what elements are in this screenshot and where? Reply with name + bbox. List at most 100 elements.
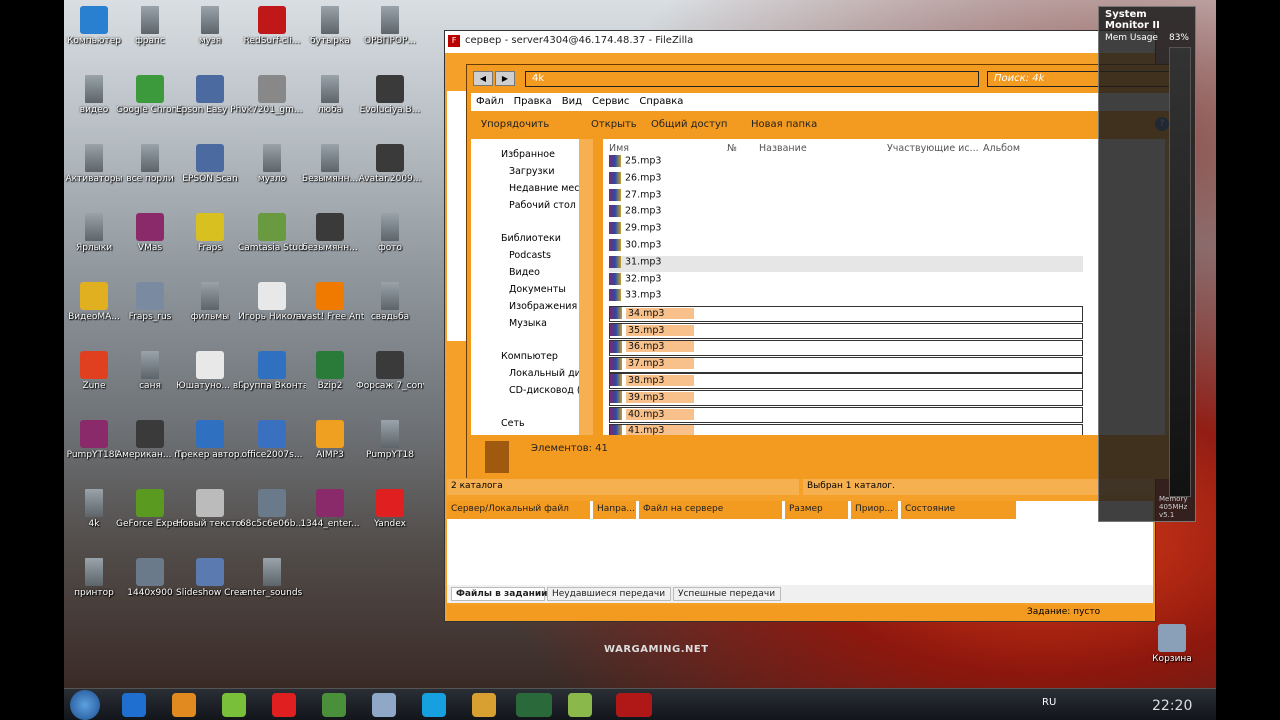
- file-row[interactable]: 27.mp3: [609, 188, 661, 205]
- desktop-icon[interactable]: AIMP3: [296, 420, 364, 461]
- desktop-icon[interactable]: Fraps_rus: [116, 282, 184, 323]
- desktop-icon[interactable]: бутырка: [296, 6, 364, 47]
- nav-pane-scrollbar[interactable]: [579, 139, 593, 435]
- chrome2-taskbar-icon[interactable]: [472, 693, 496, 717]
- queue-column-header[interactable]: Приор...: [851, 501, 899, 519]
- desktop-icon[interactable]: Epson Easy Photo Print: [176, 75, 244, 116]
- clock[interactable]: 22:20: [1152, 698, 1192, 714]
- camtasia-taskbar-icon[interactable]: [516, 693, 552, 717]
- desktop-icon[interactable]: 1344_enter...: [296, 489, 364, 530]
- file-row[interactable]: 39.mp3: [609, 390, 1083, 407]
- nav-video[interactable]: Видео: [509, 267, 540, 278]
- language-indicator[interactable]: RU: [1042, 697, 1056, 708]
- col-name[interactable]: Имя: [609, 143, 629, 154]
- nav-network[interactable]: Сеть: [501, 418, 525, 429]
- media-player-icon[interactable]: [172, 693, 196, 717]
- aimp-taskbar-icon[interactable]: [222, 693, 246, 717]
- ie-icon[interactable]: [122, 693, 146, 717]
- desktop-icon[interactable]: enter_sounds: [238, 558, 306, 599]
- queue-column-header[interactable]: Размер: [785, 501, 849, 519]
- queue-column-header[interactable]: Состояние: [901, 501, 1017, 519]
- file-row[interactable]: 36.mp3: [609, 339, 1083, 356]
- queue-column-header[interactable]: Файл на сервере: [639, 501, 783, 519]
- queue-column-header[interactable]: Сервер/Локальный файл: [447, 501, 591, 519]
- file-row[interactable]: 37.mp3: [609, 356, 1083, 373]
- file-row[interactable]: 28.mp3: [609, 205, 661, 221]
- file-list[interactable]: Имя № Название Участвующие ис... Альбом …: [603, 139, 1175, 435]
- desktop-icon[interactable]: безымянн...: [296, 213, 364, 254]
- desktop-icon[interactable]: Avatar.2009...: [356, 144, 424, 185]
- col-title[interactable]: Название: [759, 143, 807, 154]
- nav-images[interactable]: Изображения: [509, 301, 577, 312]
- desktop-icon[interactable]: Bzip2: [296, 351, 364, 392]
- file-row[interactable]: 35.mp3: [609, 323, 1083, 339]
- col-album[interactable]: Альбом: [983, 143, 1020, 154]
- nav-libraries[interactable]: Библиотеки: [501, 233, 561, 244]
- local-tree-panel[interactable]: [447, 91, 467, 341]
- nav-downloads[interactable]: Загрузки: [509, 166, 555, 177]
- desktop-icon[interactable]: PumpYT18: [356, 420, 424, 461]
- desktop-icon[interactable]: люба: [296, 75, 364, 116]
- nav-favorites[interactable]: Избранное: [501, 149, 555, 160]
- file-row[interactable]: 40.mp3: [609, 407, 1083, 423]
- desktop-icon[interactable]: ОРВПРОР...: [356, 6, 424, 47]
- queue-tab[interactable]: Успешные передачи: [673, 587, 781, 601]
- file-row[interactable]: 26.mp3: [609, 171, 661, 188]
- col-number[interactable]: №: [727, 143, 737, 154]
- desktop-icon[interactable]: Yandex: [356, 489, 424, 530]
- file-row[interactable]: 33.mp3: [609, 289, 661, 305]
- system-monitor-gadget[interactable]: System Monitor II Mem Usage 83% Memory 4…: [1098, 6, 1196, 522]
- desktop-icon[interactable]: музя: [176, 6, 244, 47]
- desktop-icon[interactable]: Slideshow Creator: [176, 558, 244, 599]
- desktop-icon[interactable]: VMas: [116, 213, 184, 254]
- desktop-icon[interactable]: Безымянн...: [296, 144, 364, 185]
- yandex-taskbar-icon[interactable]: [272, 693, 296, 717]
- desktop-icon[interactable]: Трекер автор...: [176, 420, 244, 461]
- desktop-icon[interactable]: все порли: [116, 144, 184, 185]
- desktop-icon[interactable]: Google Chrome: [116, 75, 184, 116]
- forward-button[interactable]: ▶: [495, 71, 515, 86]
- desktop-icon[interactable]: Юшатуно... вып: [176, 351, 244, 392]
- mail-taskbar-icon[interactable]: [568, 693, 592, 717]
- file-row[interactable]: 41.mp3: [609, 423, 1083, 435]
- desktop-icon[interactable]: GeForce Experience: [116, 489, 184, 530]
- file-row[interactable]: 34.mp3: [609, 306, 1083, 323]
- file-row[interactable]: 30.mp3: [609, 239, 661, 255]
- nav-podcasts[interactable]: Podcasts: [509, 250, 551, 261]
- menu-item[interactable]: Сервис: [587, 93, 634, 110]
- skype-taskbar-icon[interactable]: [422, 693, 446, 717]
- desktop-icon[interactable]: фильмы: [176, 282, 244, 323]
- file-row[interactable]: 38.mp3: [609, 373, 1083, 390]
- desktop-icon[interactable]: Evoluciya.B...: [356, 75, 424, 116]
- file-row[interactable]: 32.mp3: [609, 272, 661, 289]
- desktop-icon[interactable]: саня: [116, 351, 184, 392]
- filezilla-taskbar-icon[interactable]: [616, 693, 652, 717]
- desktop-icon[interactable]: Fraps: [176, 213, 244, 254]
- desktop-icon[interactable]: фрапс: [116, 6, 184, 47]
- nav-computer[interactable]: Компьютер: [501, 351, 558, 362]
- navigation-pane[interactable]: Избранное Загрузки Недавние места Рабочи…: [471, 139, 593, 435]
- queue-tab[interactable]: Файлы в задании: [451, 587, 547, 601]
- file-row[interactable]: 31.mp3: [609, 255, 1083, 272]
- share-button[interactable]: Общий доступ: [651, 119, 727, 130]
- desktop-icon[interactable]: Форсаж 7_converted: [356, 351, 424, 392]
- address-bar[interactable]: 4k: [525, 71, 979, 87]
- menu-item[interactable]: Правка: [509, 93, 557, 110]
- file-row[interactable]: 25.mp3: [609, 155, 661, 171]
- menu-item[interactable]: Файл: [471, 93, 509, 110]
- start-button[interactable]: [70, 690, 100, 720]
- desktop-icon[interactable]: фото: [356, 213, 424, 254]
- new-folder-button[interactable]: Новая папка: [751, 119, 817, 130]
- queue-tab[interactable]: Неудавшиеся передачи: [547, 587, 671, 601]
- desktop-icon[interactable]: Корзина: [1138, 624, 1206, 665]
- desktop-icon[interactable]: Новый текстов...: [176, 489, 244, 530]
- desktop-icon[interactable]: EPSON Scan: [176, 144, 244, 185]
- open-button[interactable]: Открыть: [591, 119, 637, 130]
- explorer-taskbar-icon[interactable]: [372, 693, 396, 717]
- menu-item[interactable]: Справка: [634, 93, 688, 110]
- explorer-window[interactable]: ◀ ▶ 4k Поиск: 4k Файл Правка Вид Сервис Спра…: [466, 64, 1179, 479]
- desktop-icon[interactable]: Американ... пирог 1: [116, 420, 184, 461]
- desktop-icon[interactable]: 1440x900: [116, 558, 184, 599]
- organize-button[interactable]: Упорядочить: [481, 119, 549, 130]
- file-row[interactable]: 29.mp3: [609, 222, 661, 238]
